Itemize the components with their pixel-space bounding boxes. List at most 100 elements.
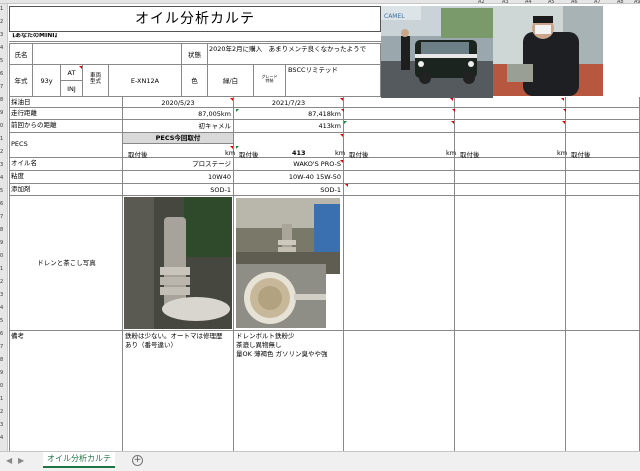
row-number[interactable]: 3: [0, 422, 8, 428]
row-number[interactable]: 5: [0, 318, 8, 324]
row-number[interactable]: 5: [0, 58, 8, 64]
row-number[interactable]: 9: [0, 110, 8, 116]
comment-marker[interactable]: [563, 109, 566, 112]
data-cell[interactable]: [455, 108, 566, 120]
data-cell[interactable]: [566, 108, 640, 120]
color-value[interactable]: 緑/白: [208, 65, 254, 97]
row-number[interactable]: 8: [0, 227, 8, 233]
row-label-additive[interactable]: 添加剤: [9, 184, 123, 196]
data-cell[interactable]: 413km: [234, 120, 344, 133]
comment-marker[interactable]: [230, 146, 233, 149]
row-number[interactable]: 2: [0, 19, 8, 25]
data-cell[interactable]: [455, 196, 566, 331]
row-number[interactable]: 1: [0, 266, 8, 272]
data-cell[interactable]: [455, 184, 566, 196]
row-number[interactable]: 2: [0, 409, 8, 415]
name-value[interactable]: [33, 43, 182, 65]
row-label-sample-date[interactable]: 採油日: [9, 97, 123, 108]
data-cell[interactable]: [344, 120, 455, 133]
error-marker[interactable]: [236, 146, 239, 149]
comment-marker[interactable]: [340, 98, 343, 101]
data-cell[interactable]: 87,005km: [123, 108, 234, 120]
row-label-pecs[interactable]: PECS: [9, 133, 123, 158]
row-number[interactable]: 2: [0, 149, 8, 155]
grade-value[interactable]: BSCCリミテッド: [286, 65, 381, 97]
data-cell[interactable]: [566, 171, 640, 184]
data-cell[interactable]: [566, 196, 640, 331]
data-cell[interactable]: [455, 97, 566, 108]
row-number[interactable]: 1: [0, 6, 8, 12]
data-cell[interactable]: [344, 196, 455, 331]
tab-scroll-right-icon[interactable]: ▶: [18, 456, 24, 465]
column-header[interactable]: A5: [548, 0, 555, 5]
row-number[interactable]: 3: [0, 162, 8, 168]
row-label-mileage[interactable]: 走行距離: [9, 108, 123, 120]
data-cell[interactable]: [566, 158, 640, 171]
data-cell[interactable]: 鉄粉は少ない。オートマは修理歴 あり（番号違い）: [123, 331, 234, 452]
row-number[interactable]: 2: [0, 279, 8, 285]
row-number[interactable]: 7: [0, 214, 8, 220]
column-header[interactable]: A8: [617, 0, 624, 5]
row-number[interactable]: 6: [0, 331, 8, 337]
add-sheet-icon[interactable]: +: [132, 455, 143, 466]
data-cell[interactable]: [566, 184, 640, 196]
column-header[interactable]: A3: [502, 0, 509, 5]
data-cell[interactable]: 初キャメル: [123, 120, 234, 133]
comment-marker[interactable]: [340, 134, 343, 137]
data-cell[interactable]: 2021/7/23: [234, 97, 344, 108]
data-cell[interactable]: ドレンボルト鉄粉少 茶漉し異物無し 量OK 薄褐色 ガソリン臭やや強: [234, 331, 344, 452]
data-cell[interactable]: [566, 331, 640, 452]
data-cell[interactable]: SOD-1: [234, 184, 344, 196]
comment-marker[interactable]: [345, 184, 348, 187]
row-number[interactable]: 4: [0, 45, 8, 51]
row-number[interactable]: 4: [0, 435, 8, 441]
data-cell[interactable]: [566, 120, 640, 133]
row-number[interactable]: 9: [0, 240, 8, 246]
row-label-viscosity[interactable]: 粘度: [9, 171, 123, 184]
row-number[interactable]: 6: [0, 71, 8, 77]
tab-oil-analysis[interactable]: オイル分析カルテ: [43, 452, 115, 468]
error-marker[interactable]: [344, 121, 347, 124]
model-value[interactable]: E-XN12A: [109, 65, 182, 97]
comment-marker[interactable]: [451, 121, 454, 124]
row-number[interactable]: 3: [0, 292, 8, 298]
data-cell[interactable]: [344, 158, 455, 171]
row-number[interactable]: 6: [0, 201, 8, 207]
comment-marker[interactable]: [230, 98, 233, 101]
pecs-header[interactable]: PECS今回取付: [123, 133, 234, 144]
row-number[interactable]: 0: [0, 123, 8, 129]
comment-marker[interactable]: [340, 160, 343, 163]
column-header[interactable]: A7: [594, 0, 601, 5]
row-label-oil-name[interactable]: オイル名: [9, 158, 123, 171]
column-header[interactable]: A2: [478, 0, 485, 5]
row-number[interactable]: 0: [0, 383, 8, 389]
data-cell[interactable]: 2020/5/23: [123, 97, 234, 108]
year-value[interactable]: 93y: [33, 65, 61, 97]
row-number[interactable]: 0: [0, 253, 8, 259]
data-cell[interactable]: 10W40: [123, 171, 234, 184]
comment-marker[interactable]: [341, 109, 344, 112]
tab-scroll-left-icon[interactable]: ◀: [6, 456, 12, 465]
data-cell[interactable]: [344, 171, 455, 184]
column-header[interactable]: A4: [525, 0, 532, 5]
data-cell[interactable]: [455, 158, 566, 171]
row-number[interactable]: 7: [0, 84, 8, 90]
row-label-since-last[interactable]: 前回からの距離: [9, 120, 123, 133]
error-marker[interactable]: [236, 109, 239, 112]
data-cell[interactable]: プロステージ: [123, 158, 234, 171]
row-number[interactable]: 9: [0, 370, 8, 376]
data-cell[interactable]: [344, 108, 455, 120]
data-cell[interactable]: [455, 120, 566, 133]
column-header[interactable]: A9: [634, 0, 640, 5]
data-cell[interactable]: 87,418km: [234, 108, 344, 120]
comment-marker[interactable]: [450, 98, 453, 101]
pecs-value[interactable]: 413: [292, 149, 306, 157]
data-cell[interactable]: 10W-40 15W-50: [234, 171, 344, 184]
data-cell[interactable]: WAKO'S PRO-S: [234, 158, 344, 171]
row-number[interactable]: 5: [0, 188, 8, 194]
row-label-remarks[interactable]: 備考: [9, 331, 123, 452]
row-number[interactable]: 7: [0, 344, 8, 350]
trans-inj[interactable]: INJ: [61, 81, 83, 97]
data-cell[interactable]: [344, 184, 455, 196]
row-number[interactable]: 4: [0, 305, 8, 311]
